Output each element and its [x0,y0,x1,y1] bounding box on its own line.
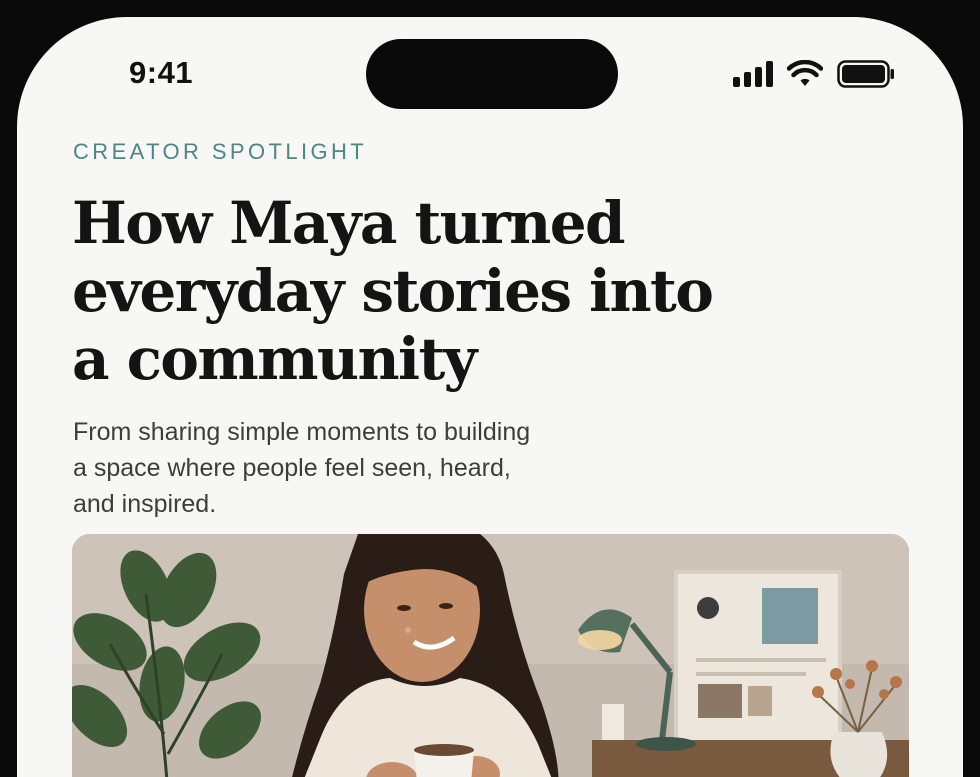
status-icons [733,59,895,89]
status-time: 9:41 [129,55,194,90]
hero-illustration [72,534,909,777]
wifi-icon [787,60,823,86]
headline-line: everyday stories into [72,257,714,325]
article-headline: How Maya turned everyday stories into a … [72,189,772,393]
headline-line: a community [72,325,477,393]
screen: 9:41 CREATOR SPOTLIGHT How Maya turned e… [17,17,963,777]
headline-line: How Maya turned [72,189,626,257]
article-dek: From sharing simple moments to building … [73,414,653,522]
phone-frame: 9:41 CREATOR SPOTLIGHT How Maya turned e… [0,0,980,777]
dek-line: and inspired. [73,490,217,518]
dek-line: a space where people feel seen, heard, [73,454,511,482]
dynamic-island [366,39,618,109]
battery-icon [837,60,894,88]
hero-image[interactable] [72,534,909,777]
cellular-signal-icon [733,61,773,87]
dek-line: From sharing simple moments to building [73,418,531,446]
article-eyebrow: CREATOR SPOTLIGHT [73,139,368,164]
